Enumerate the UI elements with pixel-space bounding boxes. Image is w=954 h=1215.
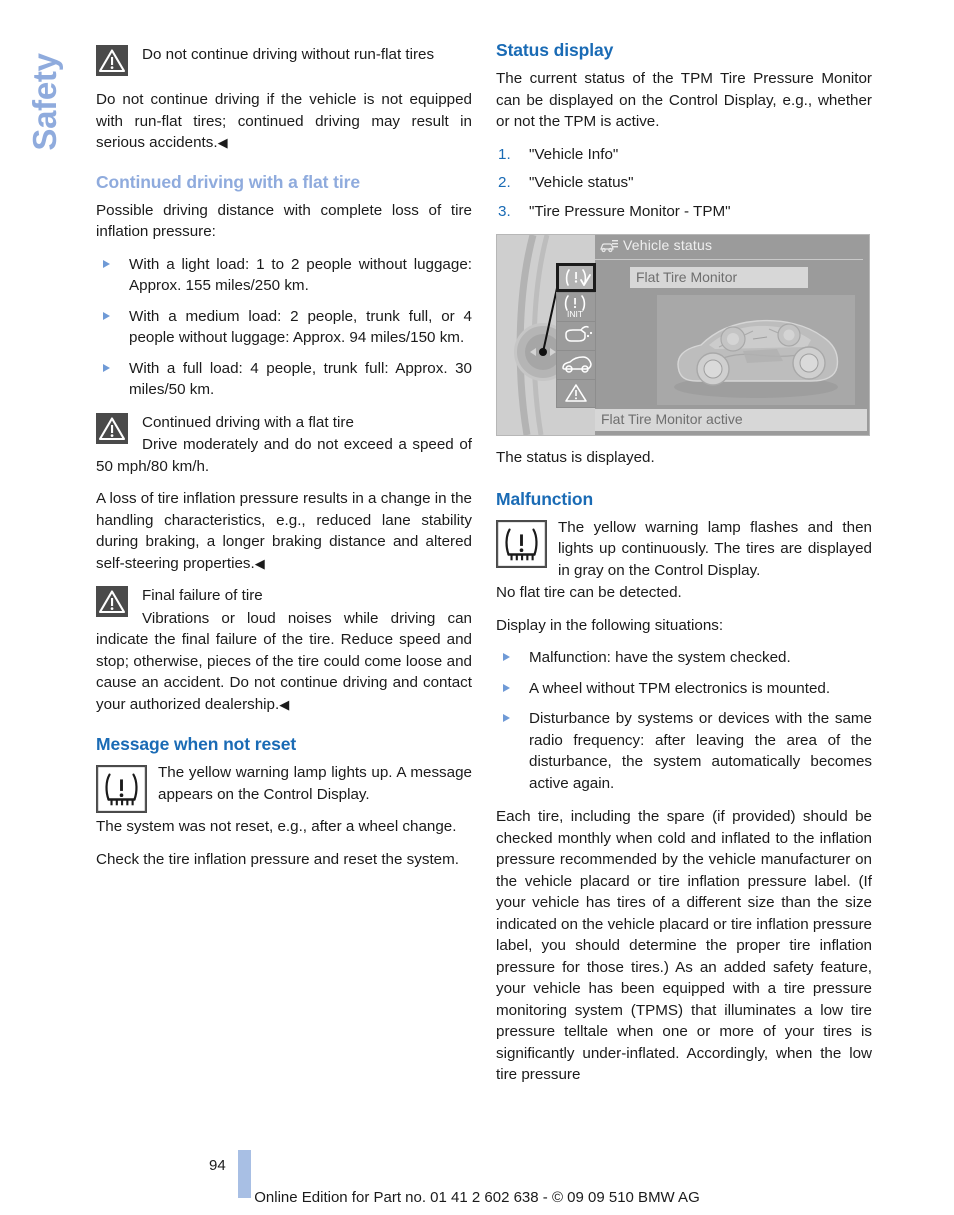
heading-continued-driving: Continued driving with a flat tire [96,171,360,192]
warning-continued-title: Continued driving with a flat tire [142,413,354,431]
bullet-triangle-icon [503,683,510,692]
warning-runflat: Do not continue driving without run-flat… [96,44,472,78]
left-column: Do not continue driving without run-flat… [96,40,472,881]
warning-runflat-body: Do not continue driving if the vehicle i… [96,89,472,154]
step-label: "Tire Pressure Monitor - TPM" [529,202,731,220]
list-item: 3. "Tire Pressure Monitor - TPM" [496,201,872,223]
flat-tire-monitor-icon[interactable] [556,263,596,292]
tpms-malfunction-block: The yellow warning lamp flashes and then… [496,517,872,582]
chapter-tab: Safety [14,34,76,194]
list-item: 2. "Vehicle status" [496,172,872,194]
warning-continued-driving: Continued driving with a flat tire Drive… [96,412,472,478]
warning-continued-body: Drive moderately and do not exceed a spe… [96,436,472,475]
manual-page: Safety Do not continue driving without r… [0,0,954,1215]
bullet-triangle-icon [103,259,110,268]
pressure-loss-endmark: ◀ [254,555,265,571]
list-item: 1. "Vehicle Info" [496,144,872,166]
warning-triangle-icon[interactable] [556,379,596,408]
control-display-title: Vehicle status [623,237,713,253]
tpms-telltale-icon [96,765,147,813]
bullet-triangle-icon [103,311,110,320]
heading-malfunction: Malfunction [496,488,594,509]
bullet-triangle-icon [503,653,510,661]
pressure-loss-text: A loss of tire inflation pressure result… [96,490,472,572]
right-column: Status display The current status of the… [496,40,872,1097]
warning-triangle-icon [96,586,128,617]
status-steps-list: 1. "Vehicle Info" 2. "Vehicle status" 3. "T… [496,144,872,223]
tpms-message-text: The yellow warning lamp lights up. A mes… [158,764,472,803]
heading-status-display: Status display [496,40,614,60]
heading-message-not-reset: Message when not reset [96,734,297,754]
display-situations-intro: Display in the following situations: [496,616,724,634]
control-display-screenshot: Vehicle status Flat Tire Monitor INIT Fl… [496,234,870,436]
not-reset-paragraph: The system was not reset, e.g., after a … [96,818,457,835]
step-number: 3. [498,202,511,220]
list-item: Disturbance by systems or devices with t… [496,708,872,794]
check-pressure-paragraph: Check the tire inflation pressure and re… [96,850,459,868]
page-number: 94 [209,1157,226,1174]
tpms-malfunction-text: The yellow warning lamp flashes and then… [558,518,872,579]
list-item-text: Malfunction: have the system checked. [529,649,791,666]
list-item: A wheel without TPM electronics is mount… [496,678,872,700]
warning-final-failure-endmark: ◀ [279,696,290,712]
warning-final-failure-title: Final failure of tire [142,587,263,604]
vehicle-check-icon[interactable] [556,350,596,379]
status-icon-strip: INIT [556,263,596,408]
list-item-text: With a full load: 4 people, trunk full: … [129,359,472,399]
warning-final-failure: Final failure of tire Vibrations or loud… [96,585,472,715]
control-display-status-text: Flat Tire Monitor active [601,411,743,427]
list-item-text: A wheel without TPM electronics is mount… [529,679,831,697]
list-item-text: Disturbance by systems or devices with t… [529,710,872,792]
selected-menu-item-label: Flat Tire Monitor [636,269,738,285]
tpms-telltale-icon [496,519,547,568]
tpms-message-block: The yellow warning lamp lights up. A mes… [96,762,472,813]
continued-driving-intro: Possible driving distance with complete … [96,201,472,241]
step-number: 2. [498,174,511,191]
warning-runflat-body-text: Do not continue driving if the vehicle i… [96,91,472,151]
svg-text:INIT: INIT [567,309,583,319]
status-display-intro: The current status of the TPM Tire Press… [496,70,872,130]
engine-oil-icon[interactable] [556,321,596,350]
chapter-tab-label: Safety [26,53,63,151]
driving-distance-list: With a light load: 1 to 2 people without… [96,254,472,401]
warning-final-failure-body: Vibrations or loud noises while driving … [96,608,472,716]
list-item: Malfunction: have the system checked. [496,647,872,669]
title-divider [595,259,863,260]
step-number: 1. [498,145,511,163]
list-item: With a full load: 4 people, trunk full: … [96,358,472,401]
tpms-legal-paragraph: Each tire, including the spare (if provi… [496,808,872,1083]
selected-menu-item[interactable]: Flat Tire Monitor [630,267,808,288]
warning-runflat-title: Do not continue driving without run-flat… [142,46,435,63]
warning-triangle-icon [96,412,128,444]
step-label: "Vehicle Info" [529,145,619,163]
control-display-status-bar: Flat Tire Monitor active [595,409,867,431]
bullet-triangle-icon [103,363,110,372]
pressure-loss-paragraph: A loss of tire inflation pressure result… [96,488,472,574]
edition-notice: Online Edition for Part no. 01 41 2 602 … [254,1189,700,1206]
no-flat-detected-paragraph: No flat tire can be detected. [496,584,682,601]
warning-runflat-endmark: ◀ [217,135,228,150]
warning-triangle-icon [96,45,128,76]
status-displayed-paragraph: The status is displayed. [496,449,655,466]
vehicle-status-icon [599,238,619,259]
list-item: With a light load: 1 to 2 people without… [96,254,472,297]
step-label: "Vehicle status" [529,174,634,191]
list-item-text: With a light load: 1 to 2 people without… [129,255,472,295]
list-item: With a medium load: 2 people, trunk full… [96,306,472,349]
list-item-text: With a medium load: 2 people, trunk full… [129,307,472,347]
malfunction-situations-list: Malfunction: have the system checked. A … [496,647,872,794]
vehicle-illustration [657,295,855,405]
bullet-triangle-icon [503,714,510,722]
tpm-init-icon[interactable]: INIT [556,292,596,321]
